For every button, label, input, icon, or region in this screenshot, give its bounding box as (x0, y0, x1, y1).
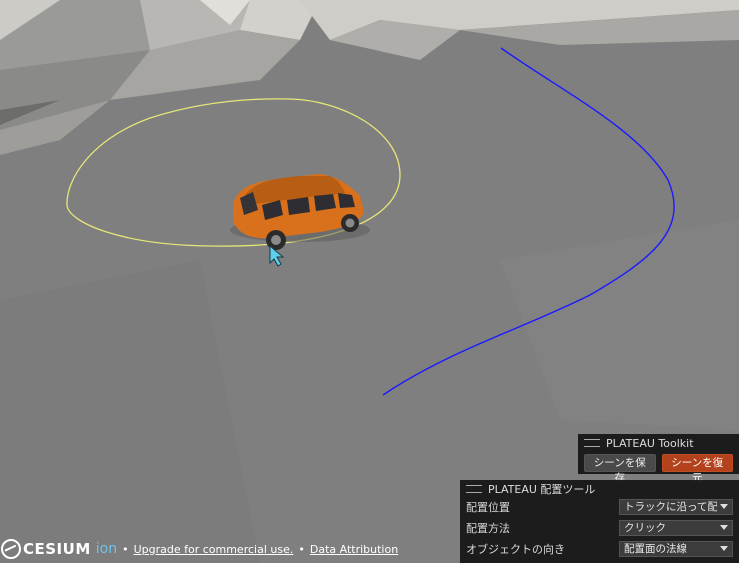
cesium-logo-icon (1, 539, 21, 559)
plateau-toolkit-panel: PLATEAU Toolkit シーンを保存 シーンを復元 (578, 434, 739, 484)
dropdown-caret-icon (720, 525, 728, 530)
cesium-ion-logo[interactable]: CESIUM ion (0, 539, 117, 559)
placement-position-row: 配置位置 トラックに沿って配置 (466, 496, 733, 517)
dropdown-caret-icon (720, 546, 728, 551)
placement-method-value: クリック (624, 522, 666, 534)
panel-grip-icon[interactable] (466, 485, 482, 493)
cesium-logo-text: CESIUM (23, 540, 91, 558)
panel-grip-icon[interactable] (584, 439, 600, 447)
object-orientation-select[interactable]: 配置面の法線 (619, 540, 733, 557)
toolkit-panel-header[interactable]: PLATEAU Toolkit (584, 436, 733, 450)
separator: • (122, 542, 129, 556)
restore-scene-button[interactable]: シーンを復元 (661, 454, 733, 484)
plateau-placement-panel: PLATEAU 配置ツール 配置位置 トラックに沿って配置 配置方法 クリック … (460, 480, 739, 563)
data-attribution-link[interactable]: Data Attribution (310, 543, 398, 556)
object-orientation-value: 配置面の法線 (624, 543, 687, 555)
placement-panel-title: PLATEAU 配置ツール (488, 483, 596, 496)
object-orientation-label: オブジェクトの向き (466, 542, 565, 556)
ion-logo-text: ion (95, 541, 118, 557)
separator: • (298, 542, 305, 556)
placement-position-value: トラックに沿って配置 (624, 501, 717, 513)
placement-position-select[interactable]: トラックに沿って配置 (619, 498, 733, 515)
toolkit-panel-title: PLATEAU Toolkit (606, 436, 694, 450)
object-orientation-row: オブジェクトの向き 配置面の法線 (466, 538, 733, 559)
placement-method-select[interactable]: クリック (619, 519, 733, 536)
save-scene-button[interactable]: シーンを保存 (584, 454, 656, 484)
placement-panel-header[interactable]: PLATEAU 配置ツール (466, 482, 733, 496)
3d-viewport[interactable] (0, 0, 739, 563)
cesium-credits: CESIUM ion • Upgrade for commercial use.… (0, 537, 398, 561)
dropdown-caret-icon (720, 504, 728, 509)
placement-position-label: 配置位置 (466, 500, 510, 514)
upgrade-link[interactable]: Upgrade for commercial use. (134, 543, 294, 556)
placement-method-row: 配置方法 クリック (466, 517, 733, 538)
placement-method-label: 配置方法 (466, 521, 510, 535)
